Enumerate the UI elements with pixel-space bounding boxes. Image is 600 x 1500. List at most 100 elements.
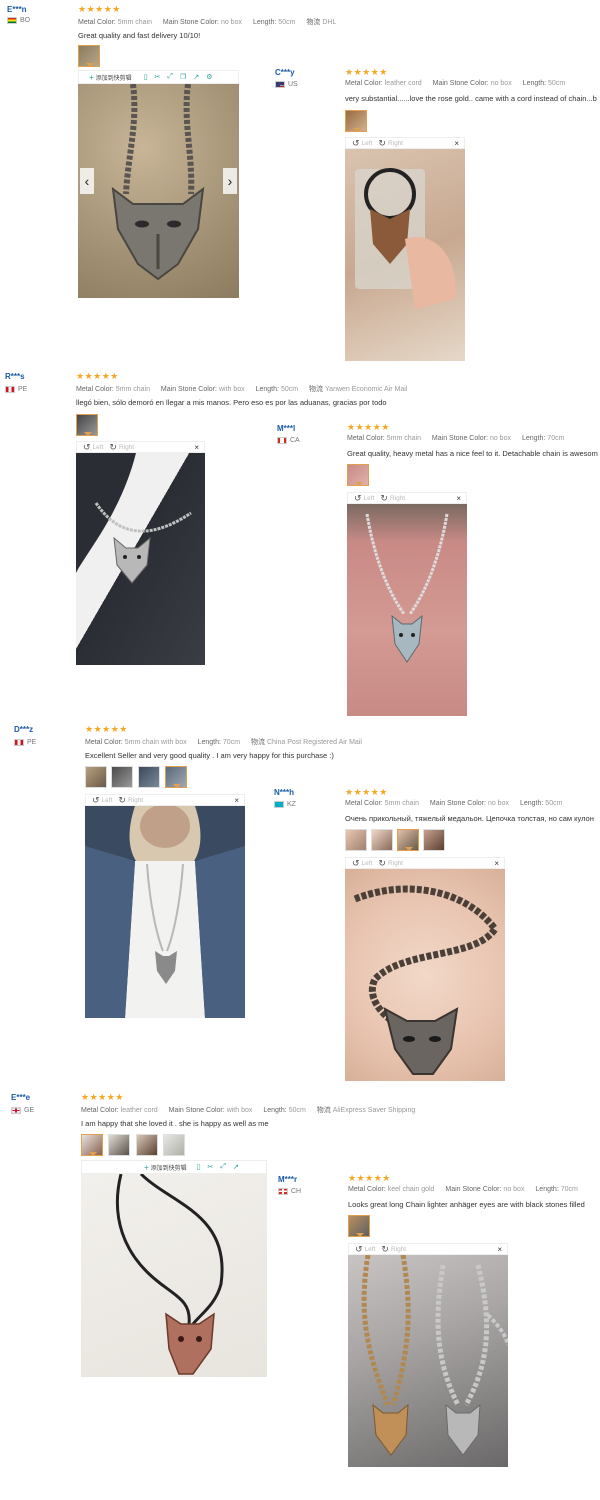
reviewer-country: GE (11, 1107, 34, 1114)
meta-value: 50cm (280, 386, 299, 393)
order-meta: Metal Color: leather cord Main Stone Colo… (81, 1105, 424, 1115)
scissors-icon[interactable]: ✂ (155, 73, 161, 81)
chevron-right-icon[interactable]: › (223, 168, 237, 194)
rotate-left-button[interactable]: ↺ Left (355, 1244, 375, 1255)
review-thumbnail[interactable] (136, 1134, 158, 1156)
rotate-right-button[interactable]: ↻ Right (378, 138, 403, 149)
reviewer-name[interactable]: E***e (11, 1093, 30, 1102)
share-icon[interactable]: ↗ (233, 1163, 239, 1171)
plus-icon[interactable]: + (144, 1163, 149, 1172)
review-photo[interactable] (347, 504, 467, 716)
country-code: GE (24, 1107, 35, 1114)
rotate-left-button[interactable]: ↺ Left (92, 795, 112, 806)
review-thumbnail[interactable] (423, 829, 445, 851)
phone-icon[interactable]: ▯ (144, 73, 148, 81)
review-thumbnail[interactable] (345, 829, 367, 851)
review-photo[interactable] (81, 1174, 267, 1377)
rotate-right-button[interactable]: ↻ Right (381, 1244, 406, 1255)
reviewer-country: BO (7, 17, 30, 24)
review-thumbnail[interactable] (345, 110, 367, 132)
review-thumbnail[interactable] (76, 414, 98, 436)
rotate-right-button[interactable]: ↻ Right (109, 442, 134, 453)
add-to-clip-button[interactable]: 添加到快剪辑 (151, 1163, 187, 1172)
settings-icon[interactable]: ⚙ (206, 73, 212, 81)
reviewer-country: CH (278, 1188, 301, 1195)
review-thumbnail[interactable] (397, 829, 419, 851)
meta-key: Length: (522, 80, 547, 87)
reviewer-name[interactable]: R***s (5, 372, 25, 381)
meta-key: Metal Color: (348, 1186, 386, 1193)
review-text: Очень прикольный, тяжелый медальон. Цепо… (345, 814, 594, 823)
reviewer-name[interactable]: N***h (274, 788, 294, 797)
meta-value: Yanwen Economic Air Mail (325, 386, 408, 393)
share-icon[interactable]: ↗ (193, 73, 199, 81)
rotate-left-button[interactable]: ↺ Left (83, 442, 103, 453)
close-icon[interactable]: × (234, 796, 239, 805)
review-thumbnail[interactable] (371, 829, 393, 851)
rotate-left-icon: ↺ (352, 137, 360, 148)
expand-icon[interactable]: ⤢ (220, 1163, 226, 1171)
review-photo[interactable]: ‹ › (78, 84, 239, 298)
add-to-clip-button[interactable]: 添加到快剪辑 (96, 73, 132, 82)
review-thumbnail[interactable] (138, 766, 160, 788)
review-thumbnail[interactable] (348, 1215, 370, 1237)
order-meta: Metal Color: keel chain gold Main Stone C… (348, 1186, 587, 1193)
meta-value: no box (490, 80, 512, 87)
close-icon[interactable]: × (456, 494, 461, 503)
rotate-left-button[interactable]: ↺ Left (354, 493, 374, 504)
clip-toolbar: + 添加到快剪辑 ▯ ✂ ⤢ ↗ (81, 1160, 267, 1174)
review-thumbnail[interactable] (108, 1134, 130, 1156)
review-thumbnail[interactable] (347, 464, 369, 486)
meta-key: Metal Color: (76, 386, 114, 393)
plus-icon[interactable]: + (89, 73, 94, 82)
review-thumbnail[interactable] (78, 45, 100, 67)
scissors-icon[interactable]: ✂ (208, 1163, 214, 1171)
reviewer-name[interactable]: D***z (14, 725, 33, 734)
rotate-right-button[interactable]: ↻ Right (118, 795, 143, 806)
meta-key: Main Stone Color: (432, 80, 489, 87)
review-thumbnail[interactable] (81, 1134, 103, 1156)
close-icon[interactable]: × (454, 139, 459, 148)
close-icon[interactable]: × (497, 1245, 502, 1254)
reviewer-country: US (275, 81, 298, 88)
copy-icon[interactable]: ❐ (180, 73, 186, 81)
meta-key: 物流 (250, 739, 265, 746)
country-code: KZ (287, 801, 296, 808)
image-viewer-bar: ↺ Left ↻ Right × (345, 137, 465, 149)
review-photo[interactable] (345, 869, 505, 1081)
phone-icon[interactable]: ▯ (197, 1163, 201, 1171)
rotate-right-button[interactable]: ↻ Right (378, 858, 403, 869)
review-photo[interactable] (348, 1255, 508, 1467)
chevron-left-icon[interactable]: ‹ (80, 168, 94, 194)
reviewer-name[interactable]: M***l (277, 424, 295, 433)
rotate-left-label: Left (101, 796, 113, 804)
reviewer-name[interactable]: E***n (7, 5, 27, 14)
rotate-right-icon: ↻ (378, 857, 386, 868)
reviewer-name[interactable]: C***y (275, 68, 295, 77)
review-photo[interactable] (76, 453, 205, 665)
review-thumbnail[interactable] (165, 766, 187, 788)
rotate-right-icon: ↻ (109, 441, 117, 452)
flag-icon (275, 81, 285, 88)
close-icon[interactable]: × (194, 443, 199, 452)
review-photo[interactable] (345, 149, 465, 361)
close-icon[interactable]: × (494, 859, 499, 868)
rotate-right-button[interactable]: ↻ Right (380, 493, 405, 504)
reviewer-name[interactable]: M***r (278, 1175, 297, 1184)
rotate-left-button[interactable]: ↺ Left (352, 138, 372, 149)
meta-value: 5mm chain (386, 435, 421, 442)
review-thumbnail[interactable] (85, 766, 107, 788)
meta-value: 50cm (288, 1107, 306, 1114)
rotate-left-button[interactable]: ↺ Left (352, 858, 372, 869)
country-code: US (288, 81, 298, 88)
review-photo[interactable] (85, 806, 245, 1018)
meta-key: Metal Color: (78, 19, 116, 26)
review-thumbnail[interactable] (163, 1134, 185, 1156)
review-thumbnail[interactable] (111, 766, 133, 788)
meta-key: Length: (519, 800, 544, 807)
meta-value: 5mm chain (384, 800, 419, 807)
rating-stars: ★★★★★ (78, 4, 121, 14)
meta-key: Metal Color: (85, 739, 123, 746)
expand-icon[interactable]: ⤢ (167, 73, 173, 81)
rotate-left-icon: ↺ (92, 794, 100, 805)
